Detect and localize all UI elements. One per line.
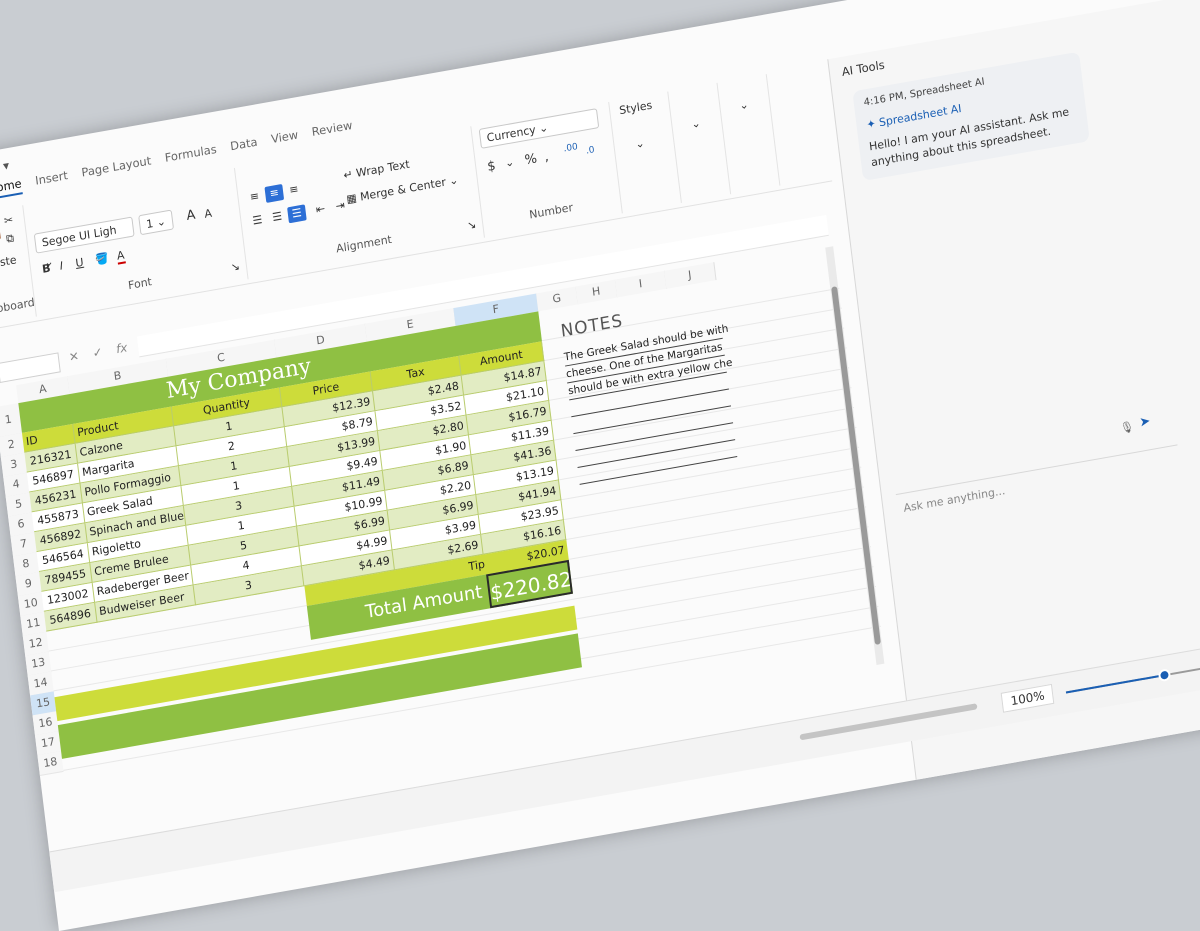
number-format-select[interactable]: Currency ⌄: [479, 108, 600, 149]
comma-button[interactable]: ,: [544, 149, 550, 165]
note-rule: [575, 422, 733, 451]
bold-button[interactable]: B: [41, 261, 51, 275]
notes-title: NOTES: [560, 311, 624, 342]
spreadsheet-window: ↻ ▾ ✕ Home Insert Page Layout Formulas D…: [0, 0, 1200, 931]
align-middle-icon[interactable]: ≡: [264, 184, 284, 203]
tab-data[interactable]: Data: [229, 135, 258, 158]
ai-panel-title: AI Tools: [841, 58, 885, 79]
chevron-down-icon: ⌄: [156, 215, 167, 230]
note-rule: [578, 439, 736, 468]
dialog-launcher-icon[interactable]: ↘: [230, 260, 241, 275]
font-name-value: Segoe UI Ligh: [41, 223, 117, 249]
tab-view[interactable]: View: [270, 127, 299, 150]
column-header[interactable]: J: [664, 262, 716, 289]
formula-controls: ✕ ✓ fx: [68, 340, 128, 364]
column-header[interactable]: G: [536, 286, 579, 311]
tab-review[interactable]: Review: [311, 118, 354, 143]
align-top-icon[interactable]: ≡: [245, 187, 265, 206]
font-group: Segoe UI Ligh ⌄ 1 ⌄ A A B I U 🪣 A Font ↘: [22, 168, 248, 317]
font-color-icon[interactable]: A: [116, 248, 125, 264]
zoom-slider-knob[interactable]: [1158, 668, 1171, 682]
grow-font-button[interactable]: A: [186, 208, 197, 224]
number-group-label: Number: [481, 193, 620, 230]
font-group-label: Font: [33, 259, 246, 309]
dialog-launcher-icon[interactable]: ↘: [466, 218, 477, 233]
align-bottom-icon[interactable]: ≡: [284, 180, 304, 199]
copy-icon[interactable]: ⧉: [5, 231, 14, 246]
sparkle-icon: ✦: [866, 117, 877, 132]
chevron-down-icon[interactable]: ⌄: [739, 98, 750, 113]
align-left-icon[interactable]: ☰: [248, 211, 268, 230]
enter-icon[interactable]: ✓: [92, 345, 104, 361]
align-right-icon[interactable]: ☰: [287, 204, 307, 223]
chevron-down-icon[interactable]: ⌄: [504, 155, 515, 170]
quick-access-toolbar: ↻ ▾: [0, 158, 10, 175]
clipboard-group-label: Clipboard: [0, 296, 35, 318]
number-format-value: Currency: [486, 123, 536, 145]
underline-button[interactable]: U: [75, 256, 85, 270]
italic-button[interactable]: I: [59, 259, 64, 272]
send-icon[interactable]: ➤: [1139, 414, 1152, 431]
ai-chat-input[interactable]: Ask me anything...: [896, 444, 1181, 524]
wrap-text-icon: ↵: [343, 168, 354, 183]
align-center-icon[interactable]: ☰: [267, 208, 287, 227]
merge-icon: ▦: [346, 191, 358, 206]
chevron-down-icon: ⌄: [538, 121, 549, 136]
ai-message-bubble: 4:16 PM, Spreadsheet AI ✦ Spreadsheet AI…: [852, 52, 1089, 181]
note-rule: [573, 405, 731, 434]
fx-icon[interactable]: fx: [115, 340, 128, 356]
fill-color-icon[interactable]: 🪣: [95, 251, 110, 266]
alignment-group-label: Alignment: [245, 217, 483, 272]
decrease-indent-icon[interactable]: ⇤: [311, 200, 331, 219]
tab-formulas[interactable]: Formulas: [164, 142, 218, 169]
wrap-text-label: Wrap Text: [355, 158, 410, 180]
styles-label: Styles: [619, 99, 653, 118]
column-header[interactable]: H: [575, 279, 618, 304]
tab-page-layout[interactable]: Page Layout: [81, 153, 153, 183]
sheet-grid[interactable]: ABCDEFGHIJ123456789101112131415161718My …: [0, 240, 906, 931]
chevron-down-icon[interactable]: ⌄: [635, 136, 646, 151]
font-size-value: 1: [146, 217, 154, 231]
shrink-font-button[interactable]: A: [204, 207, 213, 221]
number-group: Currency ⌄ $ ⌄ % , .00 .0 Number: [470, 102, 623, 238]
cut-icon[interactable]: ✂: [3, 213, 14, 228]
qat-more-icon[interactable]: ▾: [2, 158, 10, 173]
chevron-down-icon: ⌄: [448, 173, 459, 188]
chevron-down-icon[interactable]: ⌄: [691, 116, 702, 131]
cancel-icon[interactable]: ✕: [68, 349, 80, 365]
tab-insert[interactable]: Insert: [34, 168, 69, 192]
percent-button[interactable]: %: [524, 151, 538, 168]
merge-center-label: Merge & Center: [359, 176, 446, 204]
column-header[interactable]: I: [615, 271, 667, 298]
row-header[interactable]: 18: [37, 751, 63, 776]
microphone-icon[interactable]: 🎙: [1119, 420, 1134, 435]
font-size-select[interactable]: 1 ⌄: [138, 210, 174, 236]
paste-button[interactable]: Paste: [0, 253, 17, 271]
increase-decimal-button[interactable]: .00: [563, 142, 578, 154]
tab-home[interactable]: Home: [0, 176, 23, 200]
wrap-text-button[interactable]: ↵ Wrap Text: [343, 158, 411, 183]
zoom-level[interactable]: 100%: [1001, 684, 1055, 713]
decrease-decimal-button[interactable]: .0: [585, 145, 595, 156]
currency-button[interactable]: $: [487, 159, 497, 175]
zoom-slider-fill: [1066, 674, 1165, 693]
